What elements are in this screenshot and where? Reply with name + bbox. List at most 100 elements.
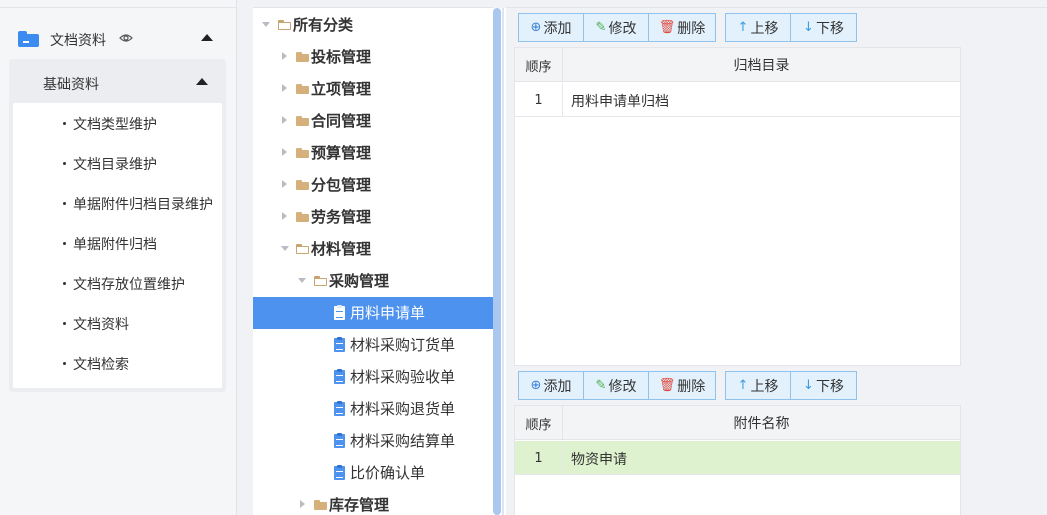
catalog-toolbar: ⊕ 添加 ✎ 修改 🗑 删除 ↑ 上移 ↓ 下移 (518, 13, 858, 43)
nav-item-documents[interactable]: 文档资料 (13, 303, 222, 343)
tree-node-subcontract[interactable]: 分包管理 (253, 169, 493, 201)
delete-label: 删除 (677, 378, 706, 395)
folder-icon (296, 52, 309, 62)
delete-button[interactable]: 🗑 删除 (648, 371, 716, 400)
tree-node-label: 用料申请单 (350, 304, 426, 322)
nav-item-label: 文档目录维护 (73, 157, 157, 173)
tree-node-contract[interactable]: 合同管理 (253, 105, 493, 137)
table-row[interactable]: 1 用料申请单归档 (515, 83, 960, 117)
tree-node-purchase-order[interactable]: 材料采购订货单 (253, 329, 493, 361)
collapse-arrow-icon[interactable] (281, 246, 289, 251)
nav-list: 文档类型维护 文档目录维护 单据附件归档目录维护 单据附件归档 文档存放位置维护… (13, 103, 222, 388)
expand-arrow-icon[interactable] (282, 180, 287, 188)
tree-node-label: 合同管理 (311, 112, 372, 130)
document-icon (334, 433, 345, 448)
nav-item-label: 单据附件归档 (73, 237, 157, 253)
arrow-down-icon: ↓ (803, 20, 814, 35)
add-button[interactable]: ⊕ 添加 (518, 13, 584, 42)
pencil-icon: ✎ (595, 20, 607, 35)
collapse-arrow-icon[interactable] (298, 278, 306, 283)
tree-node-material-request[interactable]: 用料申请单 (253, 297, 493, 329)
add-label: 添加 (543, 378, 572, 395)
tree-node-labor[interactable]: 劳务管理 (253, 201, 493, 233)
table-row[interactable]: 1 物资申请 (515, 441, 960, 475)
expand-arrow-icon[interactable] (282, 84, 287, 92)
column-header-attachment[interactable]: 附件名称 (563, 406, 960, 440)
grid-header: 顺序 归档目录 (515, 48, 960, 82)
move-down-label: 下移 (815, 20, 844, 37)
nav-submenu-label: 基础资料 (43, 77, 99, 93)
document-icon (334, 465, 345, 480)
move-up-button[interactable]: ↑ 上移 (725, 371, 791, 400)
edit-button[interactable]: ✎ 修改 (583, 371, 649, 400)
edit-button[interactable]: ✎ 修改 (583, 13, 649, 42)
tree-node-label: 库存管理 (329, 496, 390, 514)
plus-circle-icon: ⊕ (530, 378, 542, 393)
arrow-up-icon: ↑ (737, 378, 749, 393)
tree-node-label: 所有分类 (293, 16, 354, 34)
expand-arrow-icon[interactable] (282, 52, 287, 60)
nav-submenu-header[interactable]: 基础资料 (9, 59, 226, 103)
move-down-button[interactable]: ↓ 下移 (790, 13, 857, 42)
tree-node-purchase[interactable]: 采购管理 (253, 265, 493, 297)
submenu-collapse-icon[interactable] (196, 78, 208, 85)
folder-icon (296, 180, 309, 190)
splitter-edge (502, 8, 504, 515)
nav-section-label: 文档资料 (50, 33, 106, 49)
nav-item-storage-location[interactable]: 文档存放位置维护 (13, 263, 222, 303)
nav-item-doc-catalog[interactable]: 文档目录维护 (13, 143, 222, 183)
delete-button[interactable]: 🗑 删除 (648, 13, 716, 42)
move-up-button[interactable]: ↑ 上移 (725, 13, 791, 42)
tree-node-price-confirm[interactable]: 比价确认单 (253, 457, 493, 489)
row-seq: 1 (515, 441, 563, 475)
edit-label: 修改 (608, 20, 637, 37)
nav-item-attach-archive[interactable]: 单据附件归档 (13, 223, 222, 263)
tree-node-label: 采购管理 (329, 272, 390, 290)
folder-icon (296, 116, 309, 126)
arrow-down-icon: ↓ (803, 378, 814, 393)
tree-node-label: 比价确认单 (350, 464, 426, 482)
eye-icon[interactable] (119, 33, 133, 43)
nav-item-label: 文档资料 (73, 317, 129, 333)
tree-node-project[interactable]: 立项管理 (253, 73, 493, 105)
grid-header: 顺序 附件名称 (515, 406, 960, 440)
nav-item-doc-type[interactable]: 文档类型维护 (13, 103, 222, 143)
splitter-handle[interactable] (493, 8, 501, 515)
folder-open-icon (278, 20, 291, 30)
bullet-icon (63, 362, 66, 365)
panel-splitter[interactable] (493, 8, 506, 515)
arrow-up-icon: ↑ (737, 20, 749, 35)
column-header-seq[interactable]: 顺序 (515, 406, 563, 440)
expand-arrow-icon[interactable] (300, 500, 305, 508)
collapse-arrow-icon[interactable] (201, 34, 213, 41)
move-down-button[interactable]: ↓ 下移 (790, 371, 857, 400)
nav-top-strip (0, 0, 237, 8)
tree-node-label: 分包管理 (311, 176, 372, 194)
delete-label: 删除 (677, 20, 706, 37)
tree-node-inventory[interactable]: 库存管理 (253, 489, 493, 515)
nav-item-doc-search[interactable]: 文档检索 (13, 343, 222, 383)
add-button[interactable]: ⊕ 添加 (518, 371, 584, 400)
attachment-toolbar: ⊕ 添加 ✎ 修改 🗑 删除 ↑ 上移 ↓ 下移 (518, 371, 858, 401)
tree-node-label: 材料采购退货单 (350, 400, 456, 418)
column-header-catalog[interactable]: 归档目录 (563, 48, 960, 82)
tree-node-bidding[interactable]: 投标管理 (253, 41, 493, 73)
column-header-seq[interactable]: 顺序 (515, 48, 563, 82)
tree-node-purchase-settlement[interactable]: 材料采购结算单 (253, 425, 493, 457)
tree-node-purchase-acceptance[interactable]: 材料采购验收单 (253, 361, 493, 393)
expand-arrow-icon[interactable] (262, 22, 270, 27)
expand-arrow-icon[interactable] (282, 116, 287, 124)
row-catalog-name: 用料申请单归档 (571, 94, 669, 110)
nav-item-label: 文档类型维护 (73, 117, 157, 133)
nav-section-header[interactable]: 文档资料 (0, 22, 237, 56)
trash-icon: 🗑 (658, 20, 676, 35)
expand-arrow-icon[interactable] (282, 212, 287, 220)
folder-open-icon (296, 244, 309, 254)
tree-node-purchase-return[interactable]: 材料采购退货单 (253, 393, 493, 425)
expand-arrow-icon[interactable] (282, 148, 287, 156)
tree-node-budget[interactable]: 预算管理 (253, 137, 493, 169)
nav-item-attach-archive-catalog[interactable]: 单据附件归档目录维护 (13, 183, 222, 223)
tree-node-material[interactable]: 材料管理 (253, 233, 493, 265)
tree-node-all[interactable]: 所有分类 (253, 9, 493, 41)
bullet-icon (63, 162, 66, 165)
